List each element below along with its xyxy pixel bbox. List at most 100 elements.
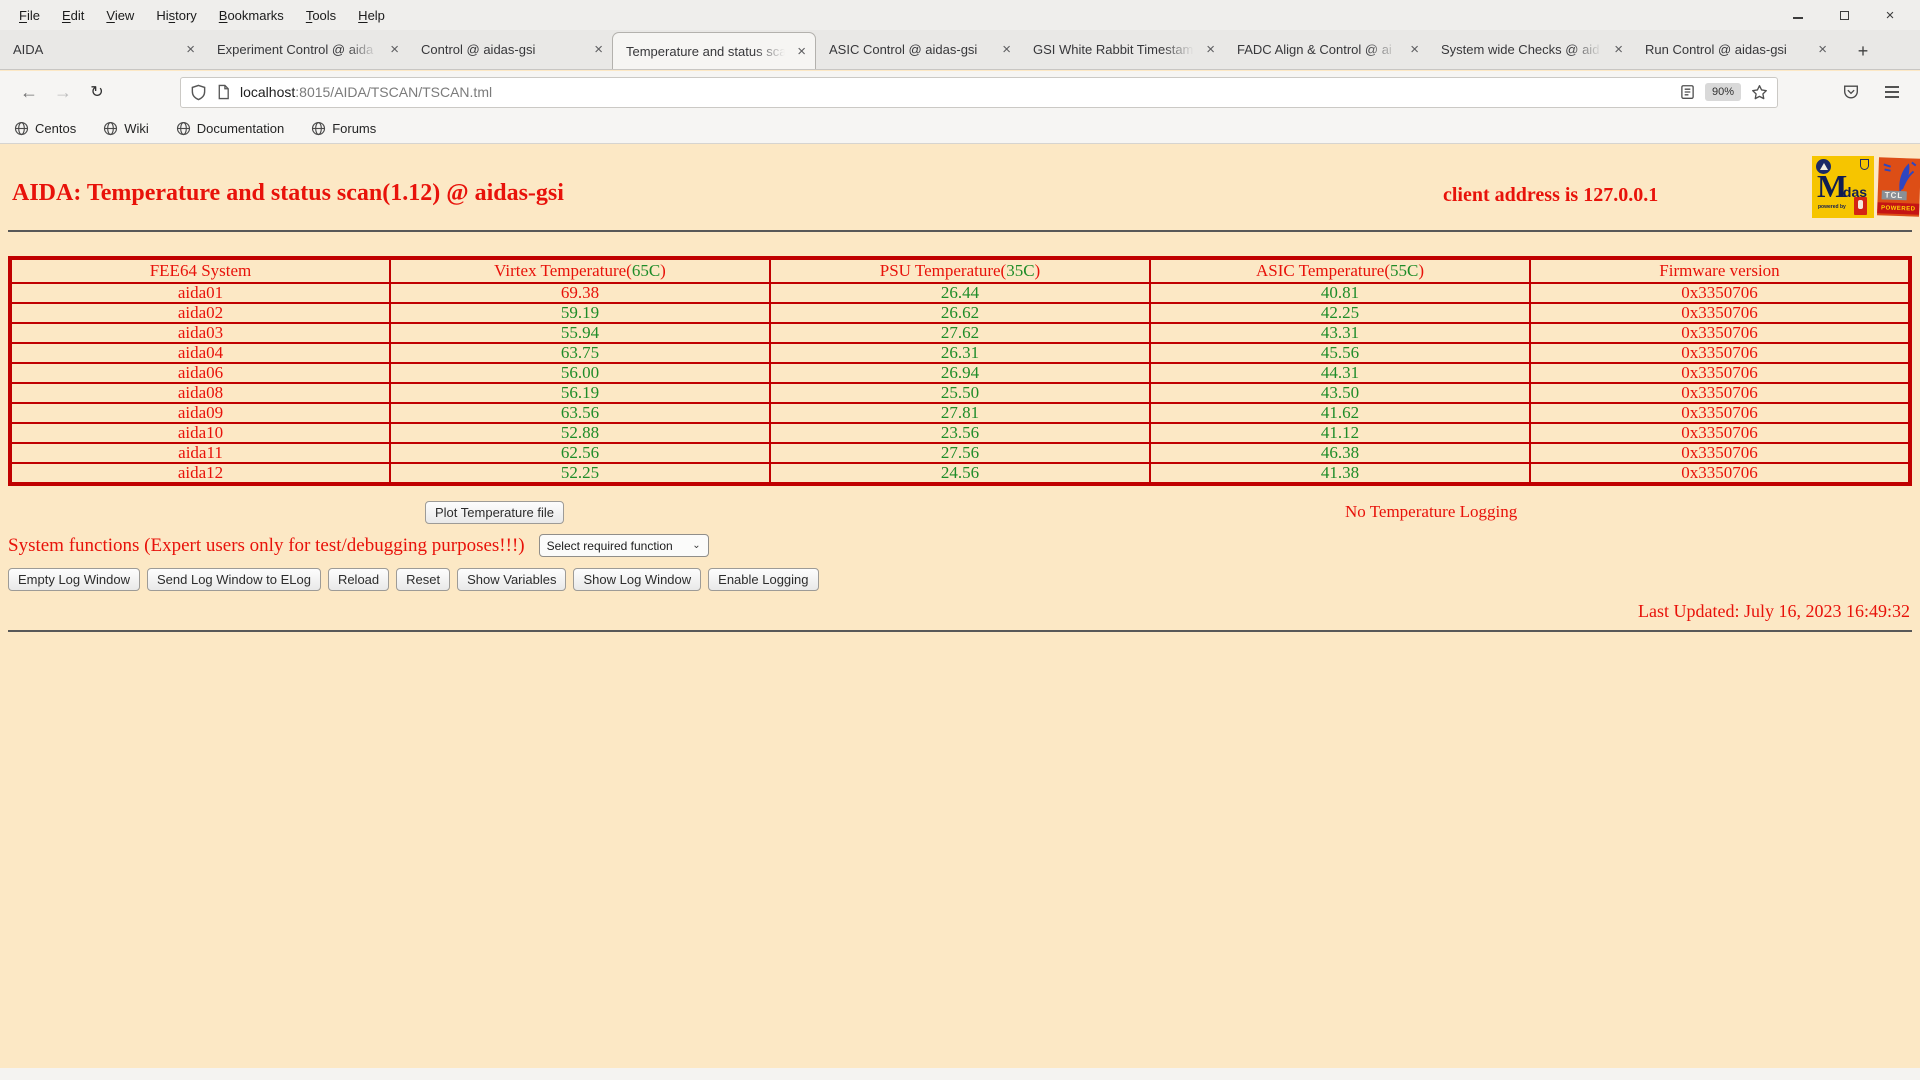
menu-bar-items: File Edit View History Bookmarks Tools Help [8, 3, 396, 28]
table-cell: 0x3350706 [1529, 322, 1911, 344]
midas-shield-icon [1860, 159, 1869, 170]
temperature-logging-status: No Temperature Logging [1345, 502, 1518, 521]
menu-bar: File Edit View History Bookmarks Tools Help × [0, 0, 1920, 30]
zoom-level-badge[interactable]: 90% [1704, 83, 1741, 101]
tracking-shield-icon[interactable] [190, 84, 207, 101]
hamburger-menu-icon[interactable] [1884, 85, 1900, 99]
reader-mode-icon[interactable] [1680, 84, 1695, 100]
button-empty-log-window[interactable]: Empty Log Window [8, 568, 140, 591]
menu-item-history[interactable]: History [145, 3, 207, 28]
table-cell: 26.94 [769, 362, 1151, 384]
tab-close-icon[interactable]: × [390, 42, 399, 57]
table-header-row: FEE64 System Virtex Temperature(65C) PSU T… [9, 257, 1911, 284]
bottom-divider [8, 630, 1912, 632]
table-row: aida02 59.19 26.62 42.25 0x3350706 [9, 302, 1911, 324]
table-cell: 0x3350706 [1529, 362, 1911, 384]
button-show-variables[interactable]: Show Variables [457, 568, 567, 591]
client-address-text: client address is 127.0.0.1 [1443, 184, 1659, 206]
table-cell: aida04 [9, 342, 391, 364]
table-cell: 43.31 [1149, 322, 1531, 344]
globe-icon [312, 121, 326, 135]
tab-gsi-white-rabbit-timestam[interactable]: GSI White Rabbit Timestam × [1020, 29, 1224, 69]
menu-item-edit[interactable]: Edit [51, 3, 95, 28]
menu-item-tools[interactable]: Tools [295, 3, 347, 28]
table-cell: aida03 [9, 322, 391, 344]
plot-temperature-button[interactable]: Plot Temperature file [425, 501, 564, 524]
table-cell: 56.19 [389, 382, 771, 404]
tab-fadc-align-control-ai[interactable]: FADC Align & Control @ ai × [1224, 29, 1428, 69]
back-button[interactable]: ← [12, 76, 46, 108]
table-cell: aida11 [9, 442, 391, 464]
table-row: aida04 63.75 26.31 45.56 0x3350706 [9, 342, 1911, 364]
chevron-down-icon: ⌄ [692, 540, 701, 551]
url-path: :8015/AIDA/TSCAN/TSCAN.tml [295, 84, 493, 100]
tab-system-wide-checks-aid[interactable]: System wide Checks @ aid × [1428, 29, 1632, 69]
tab-run-control-aidas-gsi[interactable]: Run Control @ aidas-gsi × [1632, 29, 1836, 69]
tab-close-icon[interactable]: × [1614, 42, 1623, 57]
tab-close-icon[interactable]: × [1206, 42, 1215, 57]
table-cell: 23.56 [769, 422, 1151, 444]
table-cell: 27.56 [769, 442, 1151, 464]
page-info-icon[interactable] [216, 84, 231, 100]
tab-close-icon[interactable]: × [797, 44, 806, 59]
bookmark-star-icon[interactable] [1751, 84, 1768, 101]
table-cell: 24.56 [769, 462, 1151, 485]
table-cell: aida10 [9, 422, 391, 444]
table-cell: 0x3350706 [1529, 342, 1911, 364]
tab-experiment-control-aida[interactable]: Experiment Control @ aida × [204, 29, 408, 69]
system-functions-row: System functions (Expert users only for … [8, 534, 1920, 557]
menu-item-bookmarks[interactable]: Bookmarks [208, 3, 295, 28]
window-maximize-button[interactable] [1836, 7, 1852, 23]
bookmark-centos[interactable]: Centos [14, 121, 76, 136]
maximize-icon [1839, 10, 1849, 20]
tab-temperature-and-status-sca[interactable]: Temperature and status sca × [612, 32, 816, 69]
button-enable-logging[interactable]: Enable Logging [708, 568, 819, 591]
header-part: ) [660, 261, 666, 280]
midas-badge-icon [1854, 197, 1867, 215]
bookmark-forums[interactable]: Forums [311, 121, 376, 136]
tab-asic-control-aidas-gsi[interactable]: ASIC Control @ aidas-gsi × [816, 29, 1020, 69]
table-cell: 26.31 [769, 342, 1151, 364]
tab-control-aidas-gsi[interactable]: Control @ aidas-gsi × [408, 29, 612, 69]
button-show-log-window[interactable]: Show Log Window [573, 568, 702, 591]
pocket-icon[interactable] [1842, 83, 1860, 101]
tab-close-icon[interactable]: × [594, 42, 603, 57]
tab-title: Control @ aidas-gsi [421, 41, 536, 57]
window-close-button[interactable]: × [1882, 7, 1898, 23]
tab-aida[interactable]: AIDA × [0, 29, 204, 69]
url-bar[interactable]: localhost:8015/AIDA/TSCAN/TSCAN.tml 90% [180, 76, 1778, 108]
table-row: aida08 56.19 25.50 43.50 0x3350706 [9, 382, 1911, 404]
table-cell: 69.38 [389, 282, 771, 304]
bookmark-label: Centos [35, 120, 77, 136]
window-minimize-button[interactable] [1790, 7, 1806, 23]
menu-item-view[interactable]: View [95, 3, 145, 28]
button-reset[interactable]: Reset [396, 568, 451, 591]
tab-close-icon[interactable]: × [1002, 42, 1011, 57]
globe-icon [14, 121, 29, 135]
midas-logo[interactable]: M idas powered by [1812, 156, 1874, 218]
reload-button[interactable]: ↻ [80, 76, 114, 108]
button-reload[interactable]: Reload [327, 568, 390, 591]
menu-item-help[interactable]: Help [347, 3, 396, 28]
temperature-table: FEE64 System Virtex Temperature(65C) PSU T… [8, 256, 1912, 486]
button-send-log-window-to-elog[interactable]: Send Log Window to ELog [147, 568, 321, 591]
table-body: aida01 69.38 26.44 40.81 0x3350706 aida02 59.1… [9, 282, 1911, 485]
bookmark-documentation[interactable]: Documentation [176, 121, 284, 136]
new-tab-button[interactable]: + [1848, 33, 1878, 69]
tab-close-icon[interactable]: × [1410, 42, 1419, 57]
plot-row: Plot Temperature file No Temperature Log… [0, 501, 1920, 524]
table-cell: 63.75 [389, 342, 771, 364]
bookmark-wiki[interactable]: Wiki [103, 121, 149, 136]
table-cell: 46.38 [1149, 442, 1531, 464]
table-cell: 0x3350706 [1529, 402, 1911, 424]
system-function-select[interactable]: Select required function ⌄ [538, 534, 709, 557]
menu-item-file[interactable]: File [8, 3, 51, 28]
tab-close-icon[interactable]: × [186, 42, 195, 57]
close-icon: × [1885, 6, 1895, 24]
tcl-powered-logo[interactable]: TCL POWERED [1877, 157, 1920, 217]
header-part: ASIC Temperature( [1256, 261, 1390, 280]
forward-button[interactable]: → [46, 76, 80, 108]
table-cell: 44.31 [1149, 362, 1531, 384]
table-cell: 56.00 [389, 362, 771, 384]
tab-close-icon[interactable]: × [1818, 42, 1827, 57]
